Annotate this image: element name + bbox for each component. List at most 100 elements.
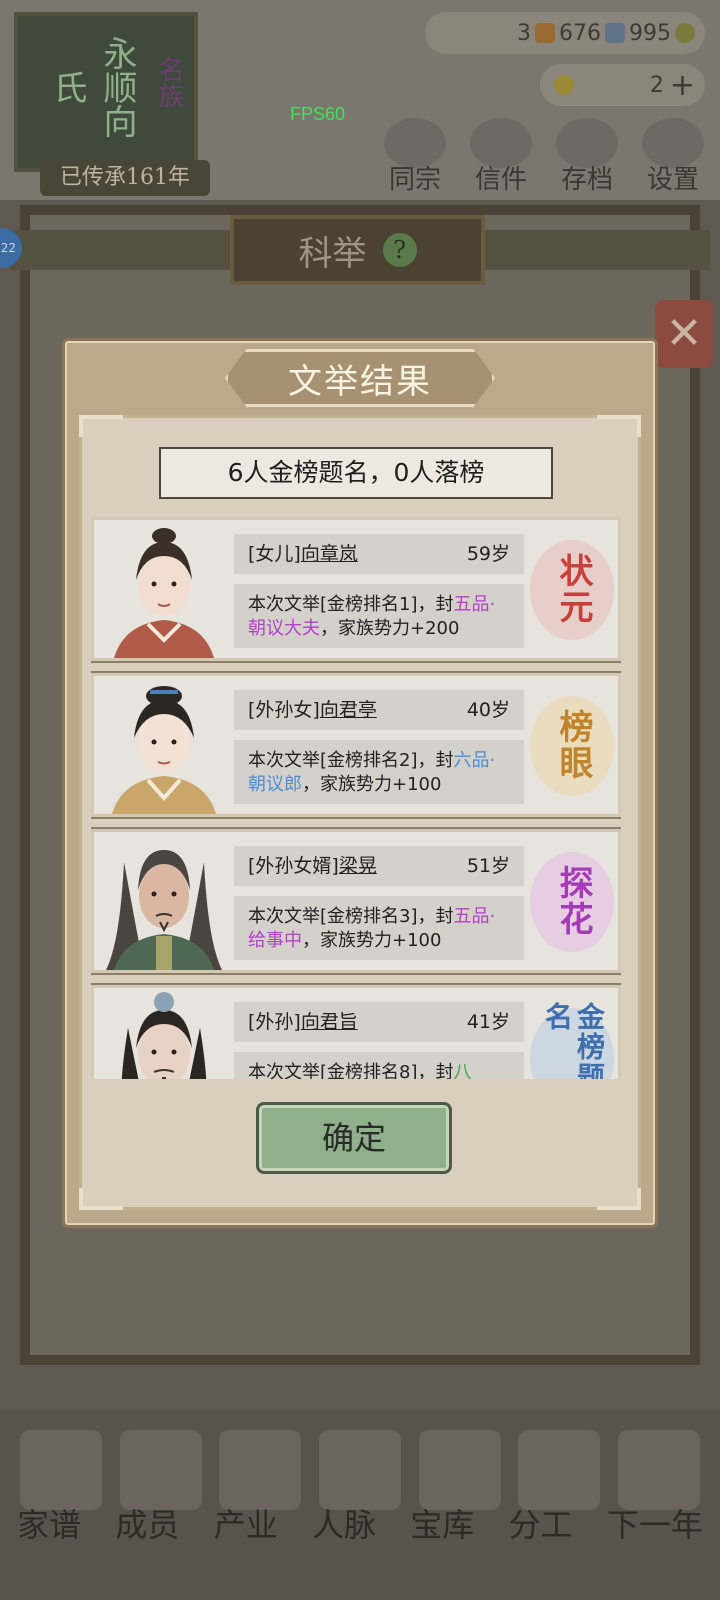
jade-icon xyxy=(605,23,625,43)
official-rank: 八 xyxy=(453,1062,472,1079)
bottom-nav-labels: 家谱 成员 产业 人脉 宝库 分工 下一年 xyxy=(0,1500,720,1546)
nav-label: 存档 xyxy=(560,165,613,195)
portrait-avatar xyxy=(114,528,214,658)
result-description: 本次文举[金榜排名3]，封五品·给事中，家族势力+100 xyxy=(234,896,524,960)
nav-settings[interactable]: 设置 xyxy=(638,118,708,196)
member-name-row: [外孙]向君旨 41岁 xyxy=(234,1002,524,1042)
resource-second-value: 676 xyxy=(559,20,601,46)
result-list[interactable]: [女儿]向章岚 59岁 本次文举[金榜排名1]，封五品·朝议大夫，家族势力+20… xyxy=(91,517,621,1079)
result-description: 本次文举[金榜排名1]，封五品·朝议大夫，家族势力+200 xyxy=(234,584,524,648)
genealogy-icon[interactable] xyxy=(20,1430,102,1510)
bottom-nav-icons xyxy=(20,1430,700,1510)
treasury-icon[interactable] xyxy=(418,1430,501,1510)
result-desc-prefix: 本次文举[金榜排名1]，封 xyxy=(248,594,454,615)
result-card: [女儿]向章岚 59岁 本次文举[金榜排名1]，封五品·朝议大夫，家族势力+20… xyxy=(91,517,621,663)
seal-text: 探花 xyxy=(553,865,593,937)
exam-rank-seal: 探花 xyxy=(530,846,616,956)
member-name-row: [外孙女婿]梁晃 51岁 xyxy=(234,846,524,886)
corner-ornament xyxy=(79,1188,123,1210)
property-icon[interactable] xyxy=(219,1430,302,1510)
assignment-icon[interactable] xyxy=(518,1430,601,1510)
member-age: 41岁 xyxy=(466,1011,510,1033)
member-age: 51岁 xyxy=(466,855,510,877)
gold-ingot-icon xyxy=(554,75,574,95)
network-icon[interactable] xyxy=(318,1430,401,1510)
result-desc-suffix: ，家族势力+100 xyxy=(302,930,442,951)
close-button[interactable]: ✕ xyxy=(655,300,713,368)
exam-panel-title: 科举 ? xyxy=(230,215,485,285)
top-nav: 同宗 信件 存档 设置 xyxy=(380,118,708,196)
clan-generation: 已传承161年 xyxy=(40,160,210,196)
member-name-row: [外孙女]向君亭 40岁 xyxy=(234,690,524,730)
exam-rank-seal: 状元 xyxy=(530,534,616,644)
corner-ornament xyxy=(597,415,641,437)
resource-first-value: 3 xyxy=(517,20,531,46)
member-relation: [外孙] xyxy=(248,1011,301,1033)
coins-value: 2 xyxy=(649,72,664,98)
member-relation: [外孙女] xyxy=(248,699,320,721)
result-summary: 6人金榜题名，0人落榜 xyxy=(159,447,553,499)
coin-icon xyxy=(675,23,695,43)
result-desc-prefix: 本次文举[金榜排名2]，封 xyxy=(248,750,454,771)
nav-tongzong[interactable]: 同宗 xyxy=(380,118,450,196)
result-desc-suffix: ，家族势力+100 xyxy=(302,774,442,795)
result-desc-prefix: 本次文举[金榜排名8]，封 xyxy=(248,1062,454,1079)
members-icon[interactable] xyxy=(119,1430,202,1510)
seal-text: 金榜题名 xyxy=(541,1002,606,1079)
dialog-title: 文举结果 xyxy=(288,361,432,402)
exam-rank-seal: 榜眼 xyxy=(530,690,616,800)
nav-label: 信件 xyxy=(474,165,527,195)
corner-ornament xyxy=(597,1188,641,1210)
close-icon: ✕ xyxy=(665,308,703,359)
nav-genealogy[interactable]: 家谱 xyxy=(17,1500,81,1546)
nav-property[interactable]: 产业 xyxy=(214,1500,278,1546)
resource-third-value: 995 xyxy=(629,20,671,46)
next-year-icon[interactable] xyxy=(617,1430,700,1510)
member-name-row: [女儿]向章岚 59岁 xyxy=(234,534,524,574)
member-name[interactable]: 向君亭 xyxy=(320,699,377,721)
resource-bar: 3 676 995 xyxy=(425,12,705,54)
result-description: 本次文举[金榜排名2]，封六品·朝议郎，家族势力+100 xyxy=(234,740,524,804)
result-card: [外孙]向君旨 41岁 本次文举[金榜排名8]，封八 金榜题名 xyxy=(91,983,621,1079)
ticket-icon xyxy=(535,23,555,43)
member-relation: [女儿] xyxy=(248,543,301,565)
result-card: [外孙女婿]梁晃 51岁 本次文举[金榜排名3]，封五品·给事中，家族势力+10… xyxy=(91,827,621,975)
member-age: 59岁 xyxy=(466,543,510,565)
add-icon[interactable]: + xyxy=(670,68,695,103)
exam-result-dialog: 文举结果 6人金榜题名，0人落榜 [女儿]向章岚 59岁 本次文举[金榜排名1]… xyxy=(62,338,658,1228)
nav-save[interactable]: 存档 xyxy=(552,118,622,196)
portrait-avatar xyxy=(106,850,222,970)
result-description: 本次文举[金榜排名8]，封八 xyxy=(234,1052,524,1079)
nav-next-year[interactable]: 下一年 xyxy=(607,1500,703,1546)
result-card: [外孙女]向君亭 40岁 本次文举[金榜排名2]，封六品·朝议郎，家族势力+10… xyxy=(91,671,621,819)
nav-members[interactable]: 成员 xyxy=(115,1500,179,1546)
portrait-avatar xyxy=(112,686,216,814)
member-relation: [外孙女婿] xyxy=(248,855,339,877)
nav-label: 设置 xyxy=(646,165,699,195)
dialog-title-plate: 文举结果 xyxy=(225,349,495,407)
nav-network[interactable]: 人脉 xyxy=(312,1500,376,1546)
member-name[interactable]: 向君旨 xyxy=(301,1011,358,1033)
coins-bar[interactable]: 2 + xyxy=(540,64,705,106)
confirm-button[interactable]: 确定 xyxy=(256,1102,452,1174)
seal-text: 状元 xyxy=(553,553,593,625)
clan-plaque[interactable]: 永顺向氏 名族 xyxy=(14,12,198,172)
fps-counter: FPS60 xyxy=(290,104,346,124)
portrait-avatar xyxy=(121,992,207,1079)
seal-text: 榜眼 xyxy=(553,709,593,781)
result-desc-prefix: 本次文举[金榜排名3]，封 xyxy=(248,906,454,927)
nav-treasury[interactable]: 宝库 xyxy=(410,1500,474,1546)
nav-label: 同宗 xyxy=(388,165,441,195)
clan-tag: 名族 xyxy=(154,56,184,108)
clan-name: 永顺向氏 xyxy=(47,36,137,138)
member-age: 40岁 xyxy=(466,699,510,721)
result-desc-suffix: ，家族势力+200 xyxy=(320,618,460,639)
nav-assignment[interactable]: 分工 xyxy=(509,1500,573,1546)
member-name[interactable]: 梁晃 xyxy=(339,855,377,877)
member-name[interactable]: 向章岚 xyxy=(301,543,358,565)
corner-ornament xyxy=(79,415,123,437)
exam-title-text: 科举 xyxy=(298,233,367,274)
exam-rank-seal: 金榜题名 xyxy=(530,1002,616,1079)
nav-letters[interactable]: 信件 xyxy=(466,118,536,196)
help-icon[interactable]: ? xyxy=(382,233,417,267)
